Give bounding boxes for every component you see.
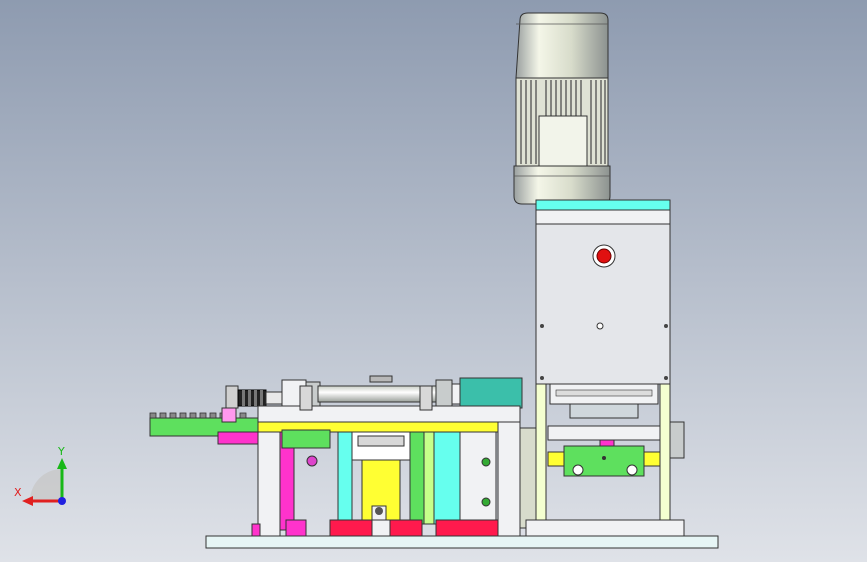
cylinder-rod-end — [225, 385, 239, 409]
top-plate — [257, 405, 521, 423]
triad-x-label: X — [14, 486, 22, 499]
cad-canvas[interactable]: Y X — [0, 0, 867, 562]
motor-mount-plate — [535, 199, 671, 211]
motor-housing — [515, 12, 609, 79]
gearbox — [513, 165, 611, 205]
motor-cooling-fins — [515, 77, 609, 167]
triad-y-label: Y — [57, 445, 65, 458]
motor-assembly[interactable] — [513, 12, 611, 205]
cad-viewport[interactable]: Y X — [0, 0, 867, 562]
base-plate — [205, 535, 719, 549]
